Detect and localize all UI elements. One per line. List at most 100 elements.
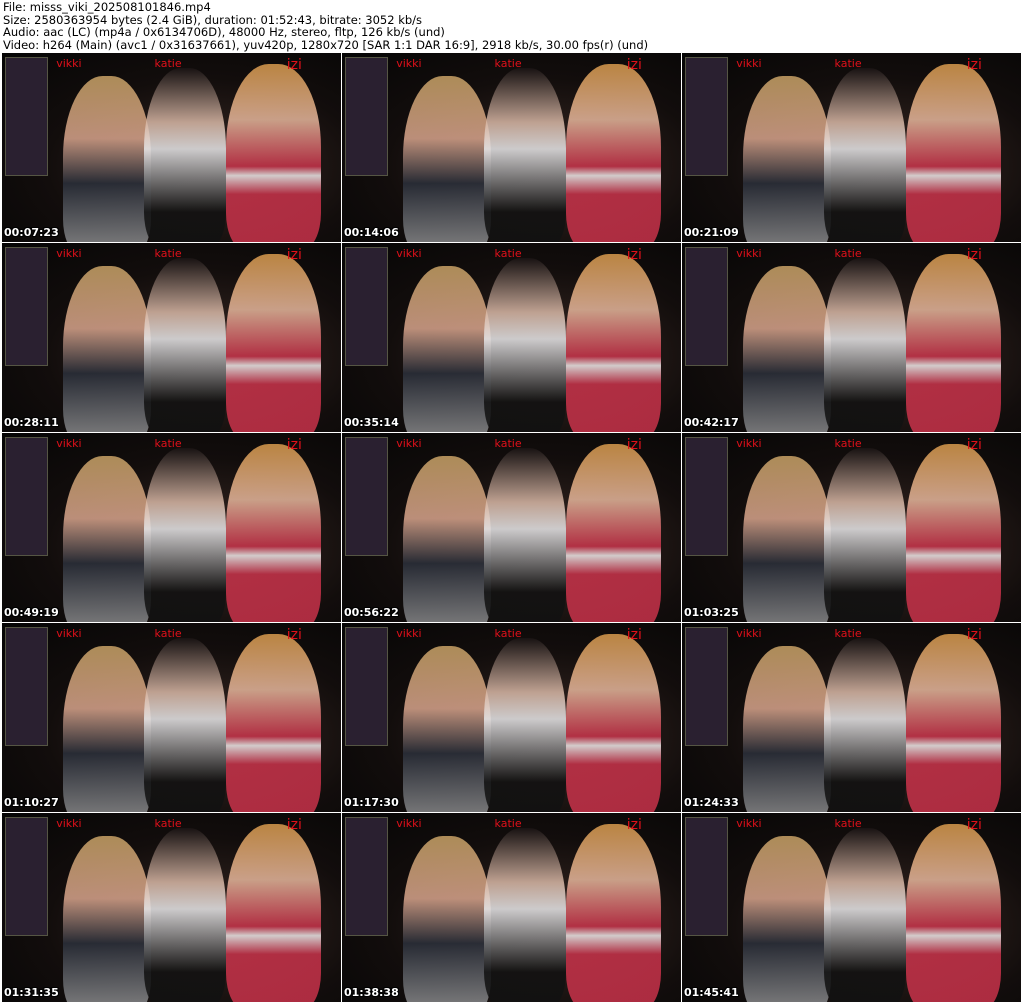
stream-overlay-panel — [685, 816, 729, 936]
person-figure — [824, 258, 906, 432]
stream-overlay-panel — [345, 626, 389, 746]
video-thumbnail[interactable]: vikki katie izi 00:28:11 — [2, 243, 341, 432]
timestamp: 01:03:25 — [684, 606, 739, 619]
stream-overlay-panel — [5, 436, 49, 556]
overlay-name-3: izi — [626, 626, 642, 643]
overlay-name-1: vikki — [736, 246, 762, 260]
video-thumbnail[interactable]: vikki katie izi 00:07:23 — [2, 53, 341, 242]
timestamp: 01:31:35 — [4, 986, 59, 999]
overlay-name-1: vikki — [396, 626, 422, 640]
person-figure — [565, 824, 661, 1002]
timestamp: 01:24:33 — [684, 796, 739, 809]
overlay-name-3: izi — [966, 816, 982, 833]
video-thumbnail[interactable]: vikki katie izi 00:49:19 — [2, 433, 341, 622]
stream-overlay-panel — [345, 436, 389, 556]
overlay-name-3: izi — [286, 56, 302, 73]
person-figure — [565, 254, 661, 432]
overlay-name-2: katie — [834, 56, 862, 70]
overlay-name-1: vikki — [56, 816, 82, 830]
stream-overlay-panel — [345, 246, 389, 366]
person-figure — [63, 835, 152, 1002]
person-figure — [403, 75, 492, 242]
person-figure — [63, 455, 152, 622]
overlay-name-2: katie — [834, 436, 862, 450]
person-figure — [144, 448, 226, 622]
thumbnail-grid: vikki katie izi 00:07:23 vikki katie izi… — [2, 53, 1022, 1003]
video-thumbnail[interactable]: vikki katie izi 00:42:17 — [682, 243, 1021, 432]
person-figure — [743, 455, 832, 622]
overlay-name-2: katie — [494, 626, 522, 640]
overlay-name-3: izi — [626, 246, 642, 263]
person-figure — [484, 68, 566, 242]
overlay-name-2: katie — [834, 626, 862, 640]
person-figure — [743, 645, 832, 812]
overlay-name-3: izi — [286, 436, 302, 453]
overlay-name-1: vikki — [396, 246, 422, 260]
person-figure — [743, 835, 832, 1002]
stream-overlay-panel — [685, 626, 729, 746]
overlay-name-2: katie — [494, 816, 522, 830]
stream-overlay-panel — [685, 436, 729, 556]
person-figure — [484, 258, 566, 432]
video-thumbnail[interactable]: vikki katie izi 01:38:38 — [342, 813, 681, 1002]
person-figure — [905, 634, 1001, 812]
stream-overlay-panel — [345, 56, 389, 176]
person-figure — [225, 64, 321, 242]
overlay-name-2: katie — [154, 626, 182, 640]
stream-overlay-panel — [5, 626, 49, 746]
person-figure — [905, 444, 1001, 622]
stream-overlay-panel — [5, 56, 49, 176]
overlay-name-2: katie — [834, 246, 862, 260]
overlay-name-2: katie — [154, 816, 182, 830]
person-figure — [144, 828, 226, 1002]
stream-overlay-panel — [685, 246, 729, 366]
person-figure — [403, 455, 492, 622]
overlay-name-3: izi — [286, 816, 302, 833]
person-figure — [905, 824, 1001, 1002]
timestamp: 00:21:09 — [684, 226, 739, 239]
overlay-name-3: izi — [626, 436, 642, 453]
overlay-name-3: izi — [966, 626, 982, 643]
video-thumbnail[interactable]: vikki katie izi 01:31:35 — [2, 813, 341, 1002]
person-figure — [403, 835, 492, 1002]
timestamp: 00:28:11 — [4, 416, 59, 429]
overlay-name-3: izi — [966, 246, 982, 263]
overlay-name-3: izi — [966, 436, 982, 453]
timestamp: 00:42:17 — [684, 416, 739, 429]
audio-info: Audio: aac (LC) (mp4a / 0x6134706D), 480… — [3, 25, 445, 39]
video-thumbnail[interactable]: vikki katie izi 00:21:09 — [682, 53, 1021, 242]
person-figure — [824, 828, 906, 1002]
overlay-name-1: vikki — [736, 56, 762, 70]
stream-overlay-panel — [685, 56, 729, 176]
person-figure — [484, 638, 566, 812]
person-figure — [484, 828, 566, 1002]
overlay-name-1: vikki — [396, 816, 422, 830]
person-figure — [565, 634, 661, 812]
overlay-name-2: katie — [154, 246, 182, 260]
overlay-name-3: izi — [286, 626, 302, 643]
overlay-name-1: vikki — [56, 246, 82, 260]
video-thumbnail[interactable]: vikki katie izi 00:56:22 — [342, 433, 681, 622]
overlay-name-1: vikki — [56, 436, 82, 450]
person-figure — [225, 444, 321, 622]
timestamp: 00:49:19 — [4, 606, 59, 619]
video-thumbnail[interactable]: vikki katie izi 01:24:33 — [682, 623, 1021, 812]
video-thumbnail[interactable]: vikki katie izi 01:17:30 — [342, 623, 681, 812]
person-figure — [743, 75, 832, 242]
timestamp: 01:45:41 — [684, 986, 739, 999]
video-thumbnail[interactable]: vikki katie izi 01:03:25 — [682, 433, 1021, 622]
person-figure — [824, 448, 906, 622]
timestamp: 00:56:22 — [344, 606, 399, 619]
person-figure — [225, 634, 321, 812]
overlay-name-1: vikki — [396, 56, 422, 70]
video-thumbnail[interactable]: vikki katie izi 01:45:41 — [682, 813, 1021, 1002]
person-figure — [225, 824, 321, 1002]
person-figure — [743, 265, 832, 432]
video-thumbnail[interactable]: vikki katie izi 00:35:14 — [342, 243, 681, 432]
video-thumbnail[interactable]: vikki katie izi 01:10:27 — [2, 623, 341, 812]
timestamp: 01:38:38 — [344, 986, 399, 999]
timestamp: 00:14:06 — [344, 226, 399, 239]
timestamp: 01:10:27 — [4, 796, 59, 809]
video-thumbnail[interactable]: vikki katie izi 00:14:06 — [342, 53, 681, 242]
person-figure — [824, 68, 906, 242]
